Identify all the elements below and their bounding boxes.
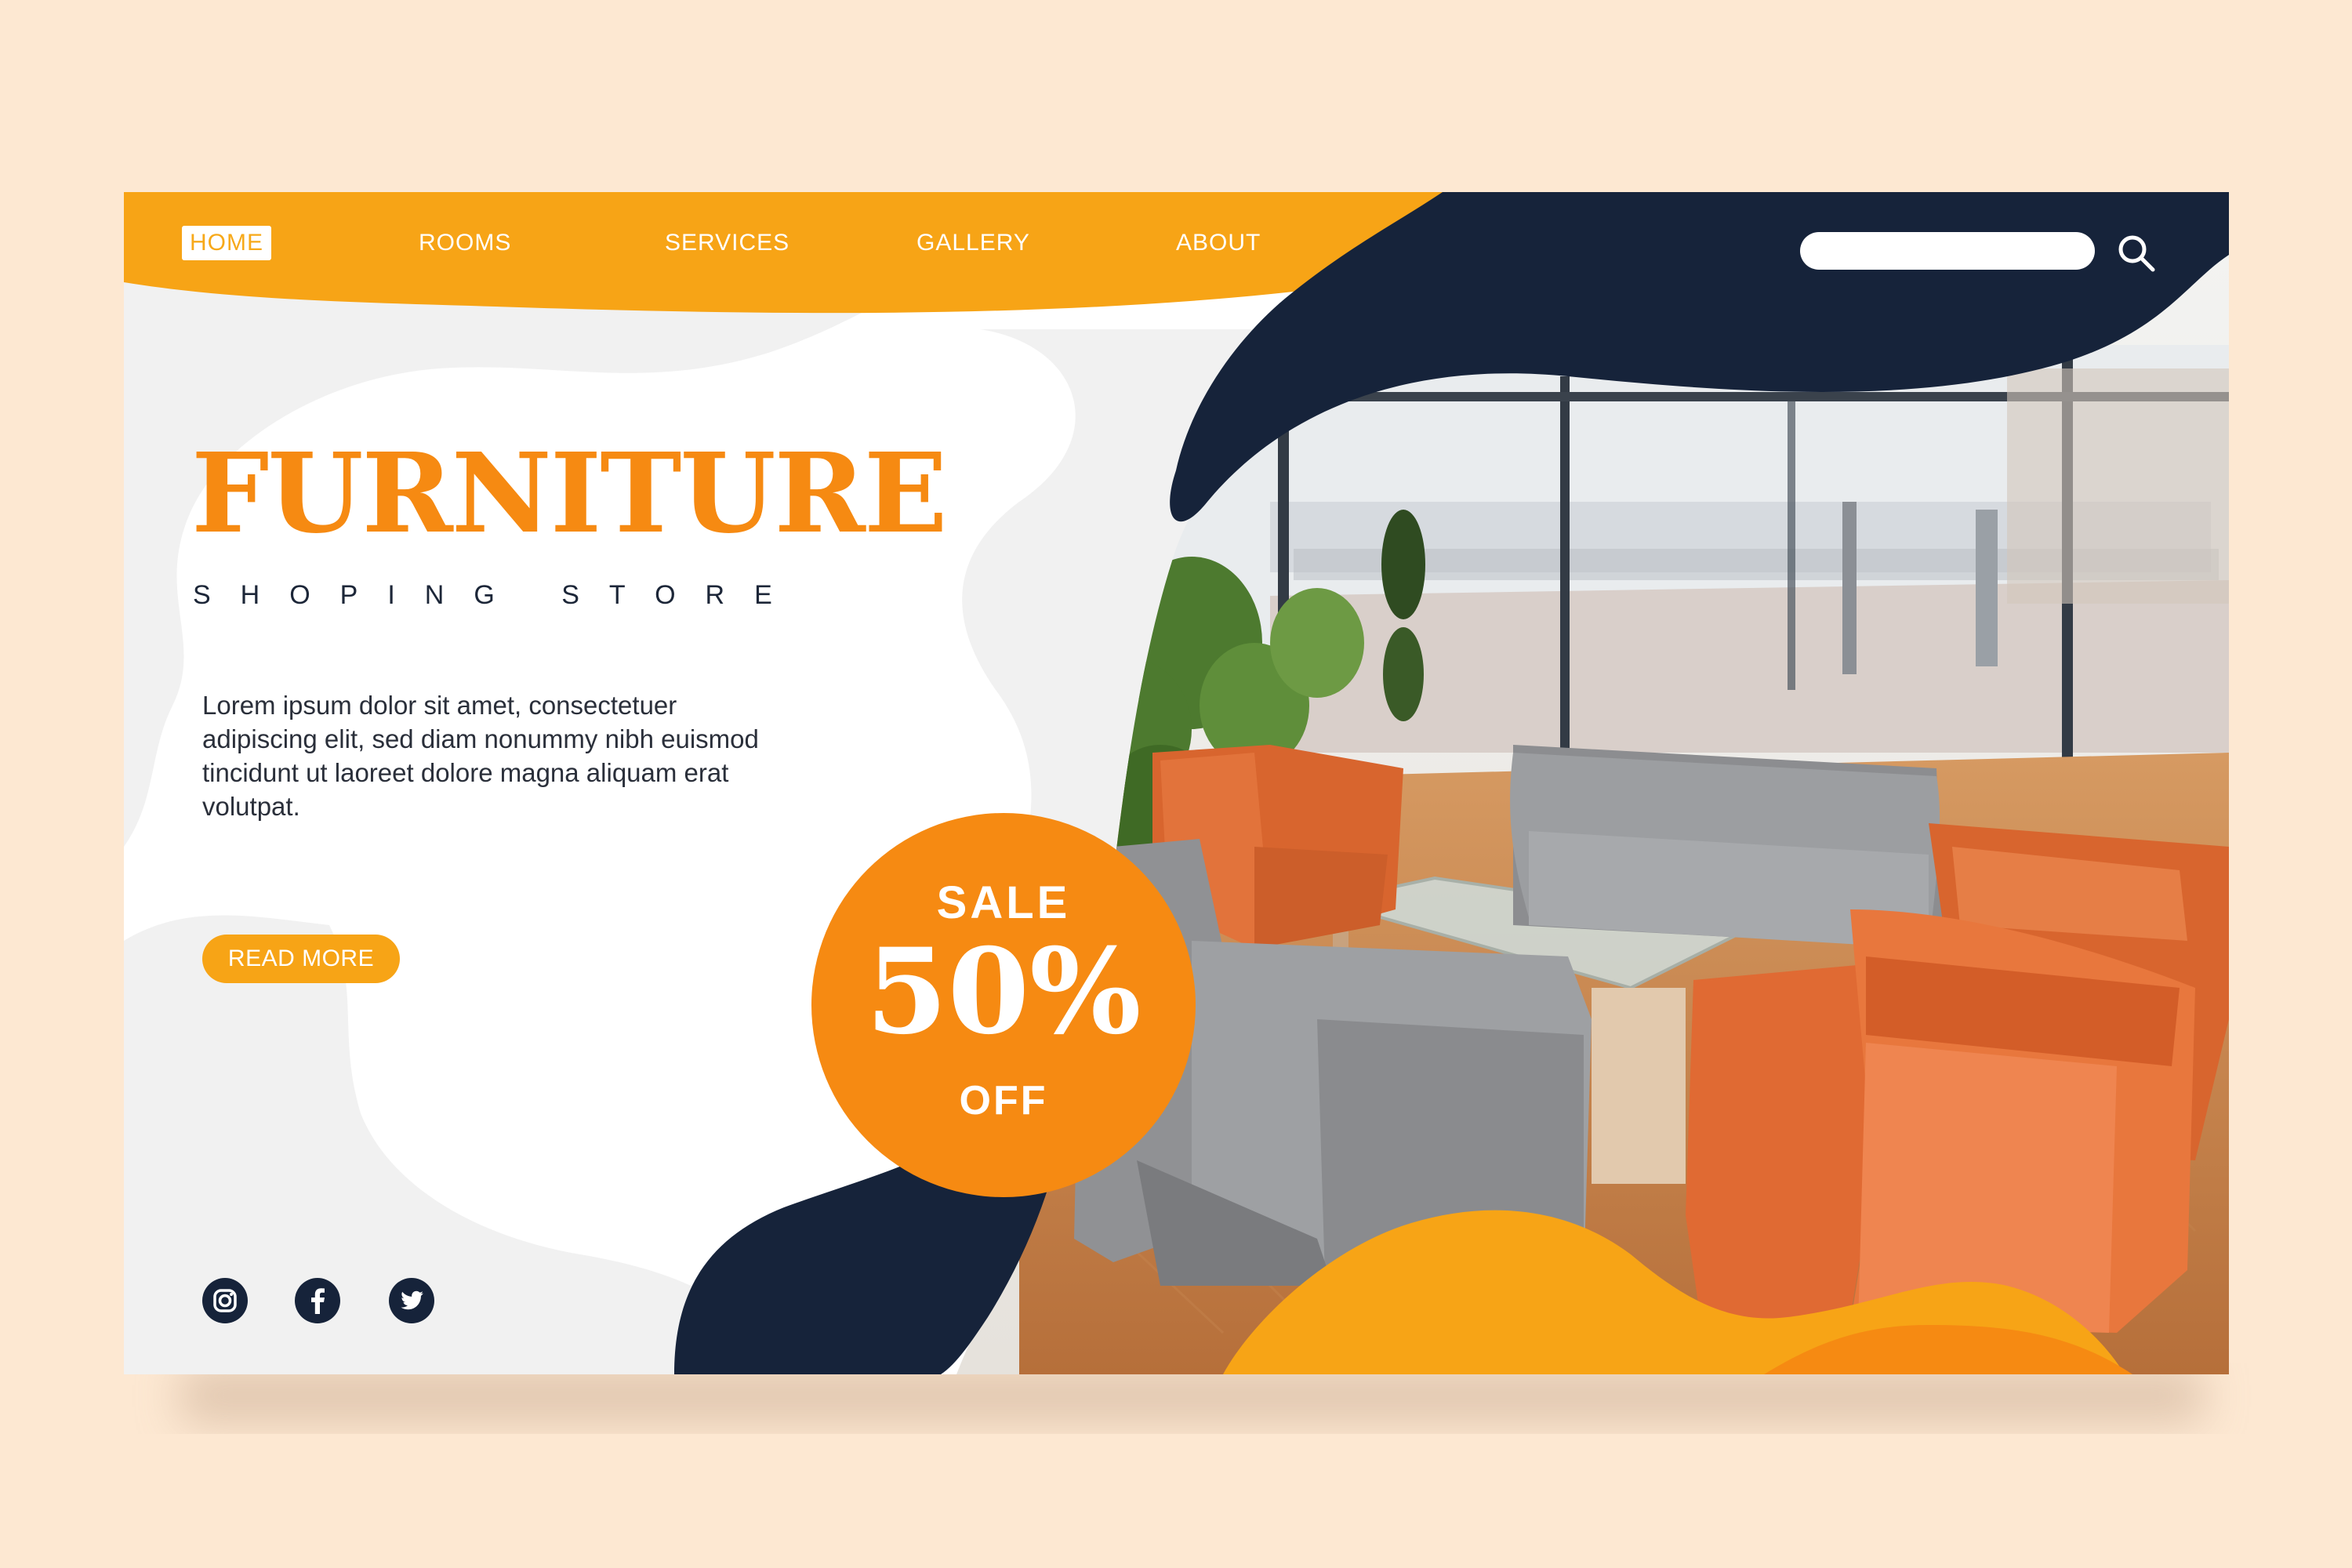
sale-percent: 50% — [866, 923, 1142, 1061]
twitter-icon[interactable] — [389, 1278, 434, 1323]
nav-services[interactable]: SERVICES — [665, 226, 789, 260]
instagram-icon[interactable] — [202, 1278, 248, 1323]
read-more-button[interactable]: READ MORE — [202, 935, 400, 983]
facebook-icon[interactable] — [295, 1278, 340, 1323]
card-shadow — [180, 1368, 2203, 1423]
search-button[interactable] — [2117, 232, 2158, 273]
sale-off-label: OFF — [959, 1078, 1048, 1123]
nav-gallery[interactable]: GALLERY — [916, 226, 1030, 260]
hero-body-text: Lorem ipsum dolor sit amet, consectetuer… — [202, 691, 759, 821]
search-input[interactable] — [1800, 232, 2095, 270]
nav-rooms[interactable]: ROOMS — [419, 226, 511, 260]
sale-label: SALE — [936, 877, 1071, 928]
hero-subtitle: SHOPING STORE — [193, 580, 802, 610]
hero-title: FURNITURE — [191, 430, 948, 558]
landing-page: HOME ROOMS SERVICES GALLERY ABOUT FURNIT… — [0, 0, 2352, 1568]
nav-about[interactable]: ABOUT — [1176, 226, 1261, 260]
nav-home[interactable]: HOME — [182, 226, 271, 260]
